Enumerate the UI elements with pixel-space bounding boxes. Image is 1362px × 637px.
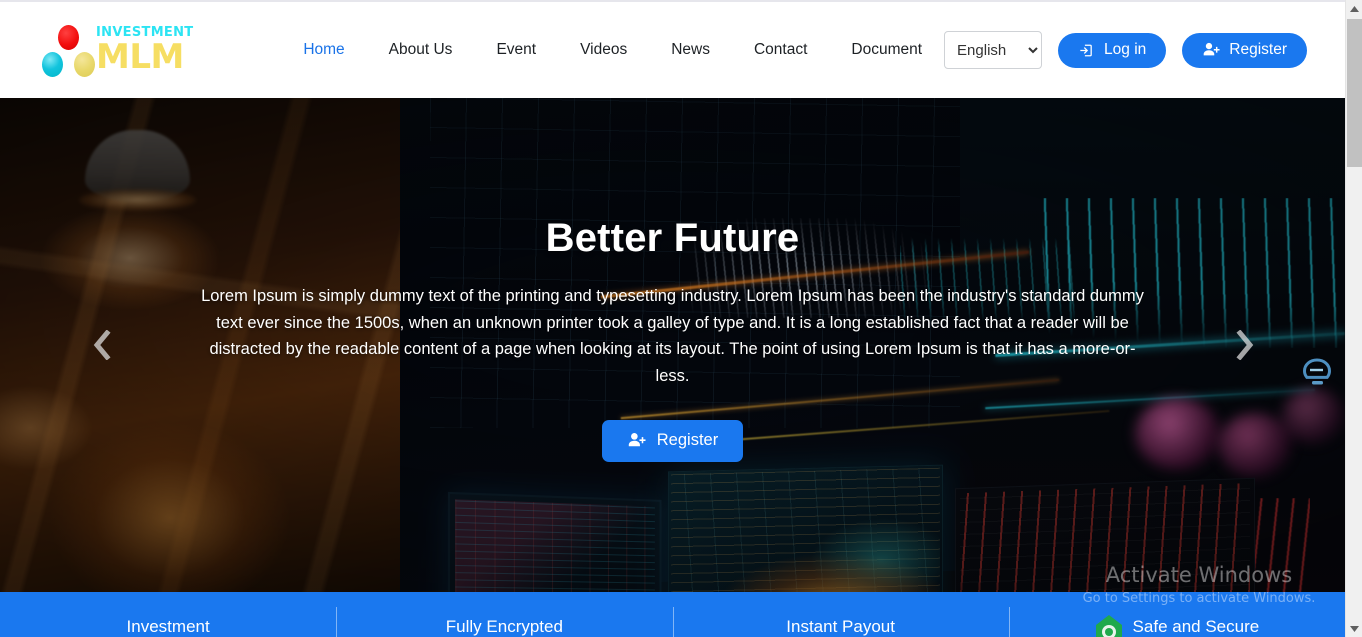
shield-icon (1095, 614, 1122, 637)
carousel-prev-button[interactable] (80, 324, 122, 366)
header-actions: English Log in Register (944, 31, 1307, 69)
feature-item-investment[interactable]: Investment (0, 592, 336, 637)
hero-title: Better Future (545, 216, 800, 260)
browser-viewport: INVESTMENT MLM Home About Us Event Video… (0, 0, 1362, 637)
caret-up-icon (1350, 5, 1359, 12)
site-header: INVESTMENT MLM Home About Us Event Video… (0, 2, 1345, 98)
caret-down-icon (1350, 625, 1359, 632)
logo-dots-icon (40, 25, 95, 77)
chevron-left-icon (93, 330, 111, 360)
nav-item-videos[interactable]: Videos (558, 35, 649, 65)
carousel-next-button[interactable] (1225, 324, 1267, 366)
feature-label: Instant Payout (786, 616, 895, 636)
nav-item-event[interactable]: Event (474, 35, 558, 65)
language-select[interactable]: English (944, 31, 1043, 69)
sign-in-icon (1080, 44, 1092, 56)
chat-bubble-icon (1302, 358, 1332, 385)
site-logo[interactable]: INVESTMENT MLM (40, 19, 221, 81)
feature-item-safe-and-secure[interactable]: Safe and Secure (1008, 592, 1345, 637)
login-button-label: Log in (1104, 41, 1147, 58)
logo-text: INVESTMENT MLM (96, 26, 193, 74)
scroll-up-button[interactable] (1346, 0, 1362, 17)
register-button-label: Register (1229, 41, 1287, 58)
feature-bar: Investment Fully Encrypted Instant Payou… (0, 592, 1345, 637)
feature-label: Fully Encrypted (445, 616, 563, 636)
logo-dot-red-icon (58, 25, 79, 50)
hero-register-button[interactable]: Register (601, 419, 744, 462)
nav-item-news[interactable]: News (649, 35, 732, 65)
nav-item-document[interactable]: Document (829, 35, 944, 65)
main-navigation: Home About Us Event Videos News Contact … (281, 35, 944, 65)
logo-dot-yellow-icon (74, 52, 95, 77)
person-plus-icon (628, 433, 646, 447)
feature-item-instant-payout[interactable]: Instant Payout (672, 592, 1009, 637)
logo-dot-cyan-icon (42, 52, 63, 77)
register-button[interactable]: Register (1182, 32, 1307, 68)
person-plus-icon (1203, 42, 1220, 56)
hero-carousel: Better Future Lorem Ipsum is simply dumm… (0, 98, 1345, 592)
hero-content: Better Future Lorem Ipsum is simply dumm… (0, 98, 1345, 592)
feature-label: Safe and Secure (1132, 616, 1260, 636)
nav-item-about-us[interactable]: About Us (367, 35, 475, 65)
feature-label: Investment (126, 616, 210, 636)
nav-item-contact[interactable]: Contact (732, 35, 829, 65)
floating-chat-button[interactable] (1295, 353, 1339, 393)
login-button[interactable]: Log in (1058, 32, 1167, 68)
chevron-right-icon (1236, 330, 1254, 360)
scrollbar-thumb[interactable] (1347, 19, 1362, 167)
feature-item-fully-encrypted[interactable]: Fully Encrypted (336, 592, 672, 637)
scroll-down-button[interactable] (1346, 620, 1362, 637)
vertical-scrollbar[interactable] (1345, 0, 1362, 637)
hero-register-label: Register (656, 431, 719, 450)
nav-item-home[interactable]: Home (281, 35, 366, 65)
logo-main-text: MLM (96, 37, 184, 77)
hero-description: Lorem Ipsum is simply dummy text of the … (201, 287, 1144, 386)
